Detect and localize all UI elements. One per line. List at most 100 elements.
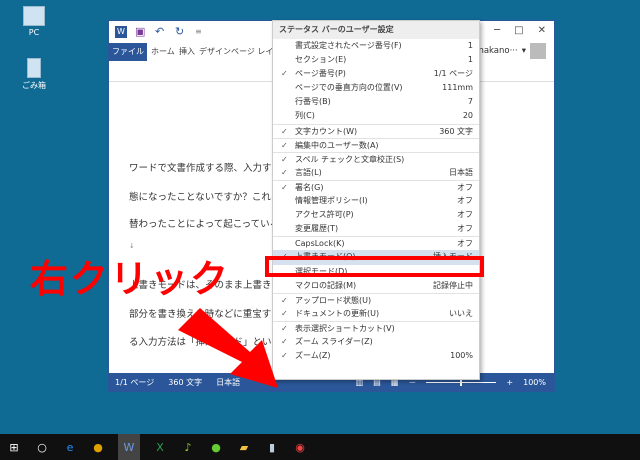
menu-item[interactable]: ページでの垂直方向の位置(V) 111mm: [273, 81, 479, 95]
menu-item-label: 変更履歴(T): [295, 224, 339, 234]
menu-item-value: オフ: [457, 239, 473, 249]
menu-item[interactable]: 変更履歴(T) オフ: [273, 222, 479, 236]
zoom-in-button[interactable]: +: [506, 378, 513, 387]
menu-item[interactable]: ✓ ズーム(Z) 100%: [273, 349, 479, 363]
save-icon[interactable]: ▣: [135, 26, 147, 38]
menu-item-value: いいえ: [449, 308, 473, 318]
highlight-box: [265, 256, 484, 277]
menu-item-label: 列(C): [295, 111, 315, 121]
tab-home[interactable]: ホーム: [151, 43, 175, 61]
annotation-arrow: [178, 308, 278, 388]
undo-icon[interactable]: ↶: [155, 26, 167, 38]
menu-item[interactable]: 情報管理ポリシー(I) オフ: [273, 194, 479, 208]
check-icon: ✓: [281, 167, 288, 177]
desktop-icon-recycle-bin[interactable]: ごみ箱: [14, 58, 54, 91]
menu-item-value: 100%: [450, 351, 473, 361]
menu-item[interactable]: ✓ アップロード状態(U): [273, 292, 479, 307]
menu-item-value: 日本語: [449, 167, 473, 177]
app-icon[interactable]: ▮: [264, 439, 280, 455]
word-icon: W: [115, 26, 127, 38]
edge-icon[interactable]: e: [62, 439, 78, 455]
menu-item-value: 1/1 ページ: [433, 69, 473, 79]
maximize-icon[interactable]: □: [514, 25, 523, 36]
menu-item-label: 情報管理ポリシー(I): [295, 196, 368, 206]
menu-item-value: オフ: [457, 182, 473, 192]
menu-item-label: ズーム スライダー(Z): [295, 336, 373, 346]
menu-item-label: 言語(L): [295, 167, 322, 177]
check-icon: ✓: [281, 140, 288, 150]
menu-item-value: 1: [467, 55, 473, 65]
menu-item-label: 行番号(B): [295, 97, 331, 107]
check-icon: ✓: [281, 126, 288, 136]
excel-icon[interactable]: X: [152, 439, 168, 455]
menu-item-label: 表示選択ショートカット(V): [295, 323, 395, 333]
windows-start-icon[interactable]: ⊞: [6, 439, 22, 455]
menu-item-label: ズーム(Z): [295, 351, 331, 361]
redo-icon[interactable]: ↻: [175, 26, 187, 38]
menu-item[interactable]: アクセス許可(P) オフ: [273, 208, 479, 222]
chrome-icon[interactable]: ◉: [292, 439, 308, 455]
tab-file[interactable]: ファイル: [109, 43, 147, 61]
menu-item[interactable]: 行番号(B) 7: [273, 95, 479, 109]
menu-item-value: 360 文字: [439, 126, 473, 136]
menu-item-value: 1: [467, 41, 473, 50]
menu-item-label: スペル チェックと文章校正(S): [295, 154, 405, 164]
annotation-text: 右クリック: [30, 257, 231, 301]
menu-item-label: 署名(G): [295, 182, 324, 192]
taskbar: ⊞ ○ e ● W X ♪ ● ▰ ▮ ◉: [0, 434, 640, 460]
menu-item-label: ドキュメントの更新(U): [295, 308, 380, 318]
check-icon: ✓: [281, 182, 288, 192]
menu-item-value: 7: [467, 97, 473, 107]
doc-line: 態になったことないですか？これは、: [129, 192, 290, 203]
doc-line: 替わったことによって起こっている現: [129, 219, 289, 230]
menu-item[interactable]: ✓ ページ番号(P) 1/1 ページ: [273, 67, 479, 81]
menu-item-label: セクション(E): [295, 55, 347, 65]
tab-page-layout[interactable]: ページ レイ: [231, 43, 273, 61]
menu-item-label: 文字カウント(W): [295, 126, 358, 136]
check-icon: ✓: [281, 154, 288, 164]
menu-item-label: アクセス許可(P): [295, 210, 354, 220]
menu-item-value: オフ: [457, 224, 473, 234]
zoom-level[interactable]: 100%: [523, 378, 546, 387]
app-icon[interactable]: ●: [208, 439, 224, 455]
search-icon[interactable]: ○: [34, 439, 50, 455]
menu-item[interactable]: ✓ 言語(L) 日本語: [273, 166, 479, 180]
app-icon[interactable]: ♪: [180, 439, 196, 455]
menu-item[interactable]: ✓ スペル チェックと文章校正(S): [273, 151, 479, 166]
menu-item-value: 記録停止中: [433, 280, 473, 290]
close-icon[interactable]: ✕: [538, 25, 546, 36]
menu-item-label: アップロード状態(U): [295, 295, 372, 305]
app-icon[interactable]: ●: [90, 439, 106, 455]
menu-item[interactable]: セクション(E) 1: [273, 53, 479, 67]
recycle-bin-icon: [27, 58, 41, 78]
menu-title: ステータス バーのユーザー設定: [273, 21, 479, 39]
menu-item-value: 111mm: [442, 83, 473, 93]
menu-item[interactable]: CapsLock(K) オフ: [273, 236, 479, 250]
menu-item[interactable]: ✓ ドキュメントの更新(U) いいえ: [273, 307, 479, 321]
menu-item[interactable]: ✓ 表示選択ショートカット(V): [273, 320, 479, 335]
menu-item-value: 20: [462, 111, 473, 121]
menu-item-label: ページでの垂直方向の位置(V): [295, 83, 403, 93]
tab-design[interactable]: デザイン: [199, 43, 231, 61]
file-explorer-icon[interactable]: ▰: [236, 439, 252, 455]
pc-icon: [23, 6, 45, 26]
check-icon: ✓: [281, 69, 288, 79]
menu-item-label: 編集中のユーザー数(A): [295, 140, 379, 150]
zoom-slider[interactable]: [426, 378, 497, 386]
desktop-icon-pc[interactable]: PC: [14, 6, 54, 37]
menu-item[interactable]: ✓ 編集中のユーザー数(A): [273, 137, 479, 152]
menu-item[interactable]: ✓ 署名(G) オフ: [273, 179, 479, 194]
statusbar-context-menu: ステータス バーのユーザー設定 書式設定されたページ番号(F) 1 セクション(E)…: [272, 20, 480, 380]
menu-item-label: 書式設定されたページ番号(F): [295, 41, 402, 50]
menu-item-label: ページ番号(P): [295, 69, 346, 79]
customize-icon[interactable]: ≡: [195, 26, 207, 38]
menu-item[interactable]: マクロの記録(M) 記録停止中: [273, 279, 479, 293]
tab-insert[interactable]: 挿入: [179, 43, 195, 61]
menu-item[interactable]: 列(C) 20: [273, 109, 479, 123]
minimize-icon[interactable]: ─: [494, 25, 500, 36]
word-taskbar-icon[interactable]: W: [118, 434, 140, 460]
menu-item[interactable]: 書式設定されたページ番号(F) 1: [273, 39, 479, 53]
status-page[interactable]: 1/1 ページ: [115, 377, 154, 388]
menu-item[interactable]: ✓ ズーム スライダー(Z): [273, 335, 479, 349]
menu-item[interactable]: ✓ 文字カウント(W) 360 文字: [273, 123, 479, 138]
